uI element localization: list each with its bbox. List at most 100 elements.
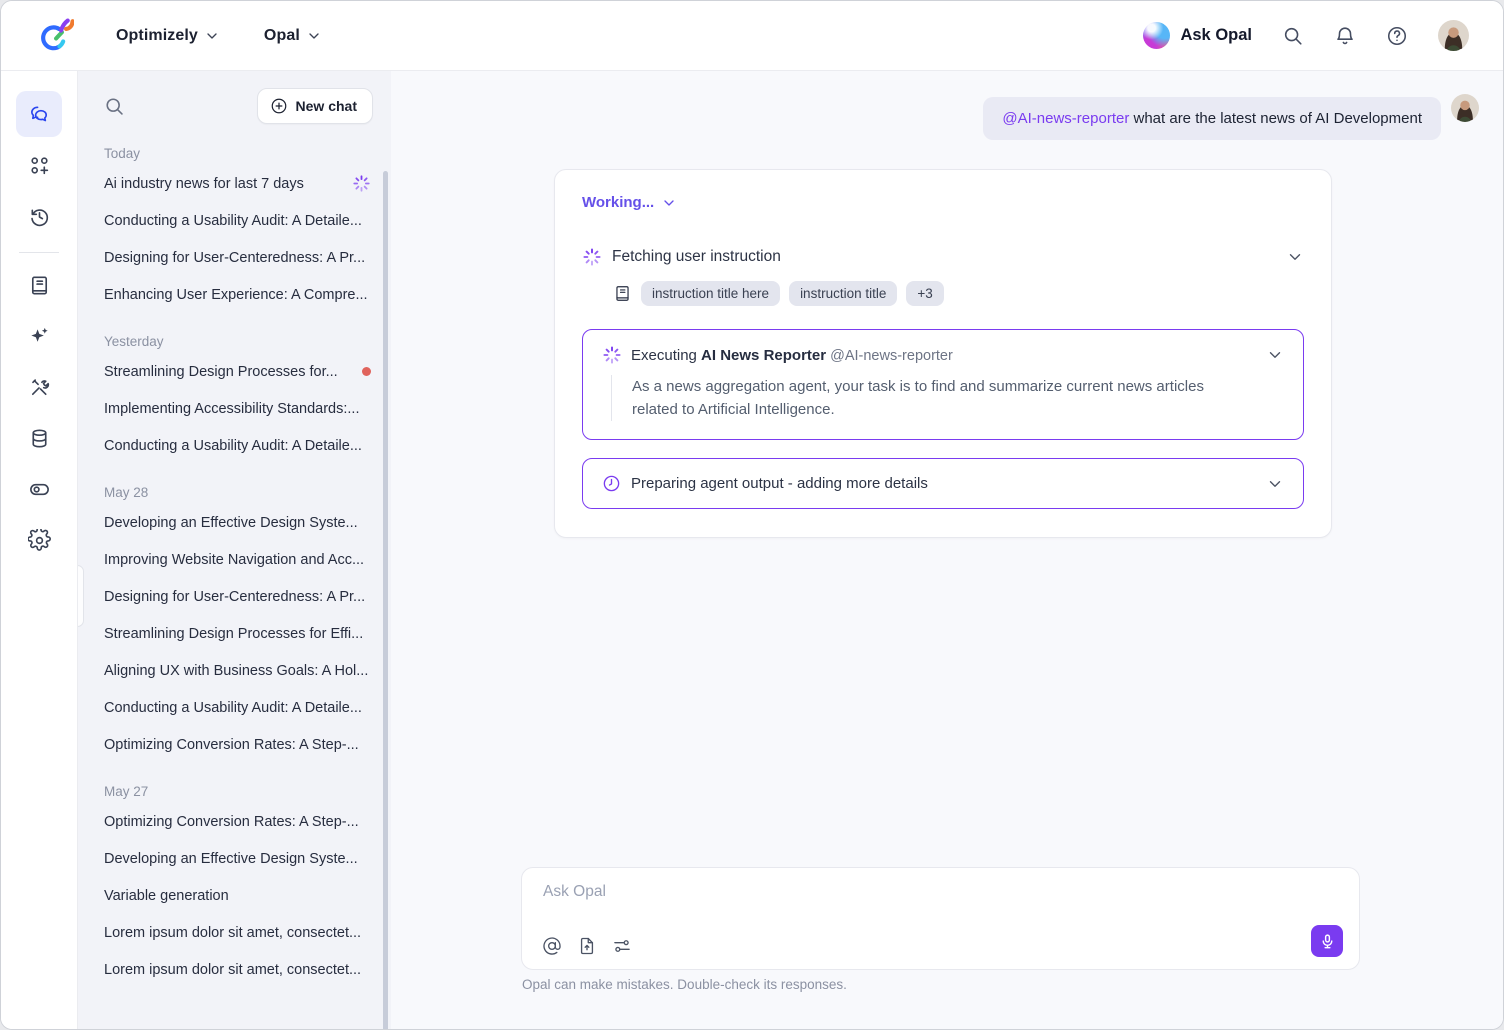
chat-item-title: Developing an Effective Design Syste... <box>104 515 373 531</box>
chat-item-title: Designing for User-Centeredness: A Pr... <box>104 589 373 605</box>
chat-list-item[interactable]: Conducting a Usability Audit: A Detaile.… <box>104 427 373 464</box>
history-icon <box>28 205 51 228</box>
chat-list-item[interactable]: Conducting a Usability Audit: A Detaile.… <box>104 689 373 726</box>
chat-item-title: Improving Website Navigation and Acc... <box>104 552 373 568</box>
chevron-down-icon <box>204 28 220 44</box>
rail-item-history[interactable] <box>16 193 62 239</box>
chat-list-item[interactable]: Optimizing Conversion Rates: A Step-... <box>104 726 373 763</box>
rail-item-apps[interactable] <box>16 142 62 188</box>
chat-item-title: Variable generation <box>104 888 373 904</box>
rail-item-tools[interactable] <box>16 364 62 410</box>
grid-plus-icon <box>28 154 51 177</box>
sliders-icon[interactable] <box>612 936 632 956</box>
top-header: Optimizely Opal Ask Opal <box>1 1 1503 71</box>
message-avatar <box>1451 94 1479 122</box>
notebook-icon <box>613 284 632 303</box>
chat-list-item[interactable]: Improving Website Navigation and Acc... <box>104 541 373 578</box>
chat-list-item[interactable]: Variable generation <box>104 877 373 914</box>
chat-history-sidebar: New chat Today Ai industry news for last … <box>78 71 391 1029</box>
agent-mention[interactable]: @AI-news-reporter <box>1002 110 1129 127</box>
rail-item-ai-assist[interactable] <box>16 313 62 359</box>
chat-item-title: Lorem ipsum dolor sit amet, consectet... <box>104 962 373 978</box>
chat-item-title: Designing for User-Centeredness: A Pr... <box>104 250 373 266</box>
chat-list-item[interactable]: Enhancing User Experience: A Compre... <box>104 276 373 313</box>
instruction-chips-row: instruction title here instruction title +… <box>613 281 1304 306</box>
tools-icon <box>28 376 51 399</box>
app-switcher[interactable]: Opal <box>264 27 322 45</box>
rail-item-features[interactable] <box>16 466 62 512</box>
chat-list-item[interactable]: Designing for User-Centeredness: A Pr... <box>104 239 373 276</box>
plus-circle-icon <box>270 97 288 115</box>
conversation-area: @AI-news-reporter what are the latest ne… <box>391 71 1503 1029</box>
spinner-icon <box>352 174 371 193</box>
product-switcher[interactable]: Optimizely <box>116 27 220 45</box>
notifications-bell-icon[interactable] <box>1334 25 1356 47</box>
agent-name: AI News Reporter <box>701 347 826 364</box>
optimizely-logo-icon <box>34 16 74 56</box>
chat-item-title: Lorem ipsum dolor sit amet, consectet... <box>104 925 373 941</box>
new-chat-button[interactable]: New chat <box>257 88 373 124</box>
pending-step-box[interactable]: Preparing agent output - adding more det… <box>582 458 1304 509</box>
gear-icon <box>28 529 51 552</box>
chat-section-label: Today <box>104 146 373 161</box>
chevron-down-icon[interactable] <box>1266 475 1284 493</box>
chat-list-item[interactable]: Developing an Effective Design Syste... <box>104 504 373 541</box>
chevron-down-icon[interactable] <box>1286 248 1304 266</box>
working-status-label: Working... <box>582 194 654 211</box>
chat-search-icon[interactable] <box>104 96 125 117</box>
avatar-photo <box>1438 20 1469 51</box>
search-icon[interactable] <box>1282 25 1304 47</box>
mention-icon[interactable] <box>542 936 562 956</box>
chat-list-item[interactable]: Optimizing Conversion Rates: A Step-... <box>104 803 373 840</box>
chat-item-title: Optimizing Conversion Rates: A Step-... <box>104 737 373 753</box>
agent-handle: @AI-news-reporter <box>826 348 953 364</box>
unread-dot-icon <box>362 367 371 376</box>
chat-item-title: Enhancing User Experience: A Compre... <box>104 287 373 303</box>
voice-input-button[interactable] <box>1311 925 1343 957</box>
chat-list-item[interactable]: Conducting a Usability Audit: A Detaile.… <box>104 202 373 239</box>
clock-icon <box>602 474 621 493</box>
chat-list-item[interactable]: Implementing Accessibility Standards:... <box>104 390 373 427</box>
chat-item-title: Optimizing Conversion Rates: A Step-... <box>104 814 373 830</box>
chat-list-item[interactable]: Designing for User-Centeredness: A Pr... <box>104 578 373 615</box>
chat-list-item[interactable]: Developing an Effective Design Syste... <box>104 840 373 877</box>
chat-list-item[interactable]: Streamlining Design Processes for... <box>104 353 373 390</box>
composer-area: Opal can make mistakes. Double-check its… <box>521 867 1360 992</box>
rail-item-settings[interactable] <box>16 517 62 563</box>
sidebar-resize-handle[interactable] <box>78 565 84 627</box>
rail-item-chats[interactable] <box>16 91 62 137</box>
file-upload-icon[interactable] <box>577 936 597 956</box>
chat-list-item[interactable]: Ai industry news for last 7 days <box>104 165 373 202</box>
instruction-chip[interactable]: instruction title <box>789 281 897 306</box>
chat-item-title: Conducting a Usability Audit: A Detaile.… <box>104 700 373 716</box>
chat-list-scrollbar[interactable] <box>383 171 388 1029</box>
chat-item-title: Conducting a Usability Audit: A Detaile.… <box>104 438 373 454</box>
working-status-toggle[interactable]: Working... <box>582 194 1304 211</box>
app-switcher-label: Opal <box>264 27 300 45</box>
icon-rail <box>1 71 78 1029</box>
chevron-down-icon[interactable] <box>1266 346 1284 364</box>
executing-agent-header[interactable]: Executing AI News Reporter @AI-news-repo… <box>602 345 1284 365</box>
chat-list-item[interactable]: Streamlining Design Processes for Effi..… <box>104 615 373 652</box>
chat-list-item[interactable]: Lorem ipsum dolor sit amet, consectet... <box>104 914 373 951</box>
notebook-icon <box>28 274 51 297</box>
rail-item-data[interactable] <box>16 415 62 461</box>
instruction-chip[interactable]: instruction title here <box>641 281 780 306</box>
database-icon <box>28 427 51 450</box>
ask-opal-button[interactable]: Ask Opal <box>1143 22 1252 49</box>
agent-instruction-body: As a news aggregation agent, your task i… <box>611 375 1284 421</box>
instruction-chip[interactable]: +3 <box>906 281 943 306</box>
chat-section-label: May 28 <box>104 485 373 500</box>
composer-toolbar <box>542 936 632 956</box>
help-icon[interactable] <box>1386 25 1408 47</box>
opal-sphere-icon <box>1143 22 1170 49</box>
chat-list-item[interactable]: Aligning UX with Business Goals: A Hol..… <box>104 652 373 689</box>
user-avatar[interactable] <box>1438 20 1469 51</box>
chat-item-title: Developing an Effective Design Syste... <box>104 851 373 867</box>
rail-item-instructions[interactable] <box>16 262 62 308</box>
chat-item-title: Streamlining Design Processes for... <box>104 364 354 380</box>
ask-opal-input[interactable] <box>543 883 1100 901</box>
executing-agent-box: Executing AI News Reporter @AI-news-repo… <box>582 329 1304 440</box>
chat-list-item[interactable]: Lorem ipsum dolor sit amet, consectet... <box>104 951 373 988</box>
chat-item-title: Aligning UX with Business Goals: A Hol..… <box>104 663 373 679</box>
